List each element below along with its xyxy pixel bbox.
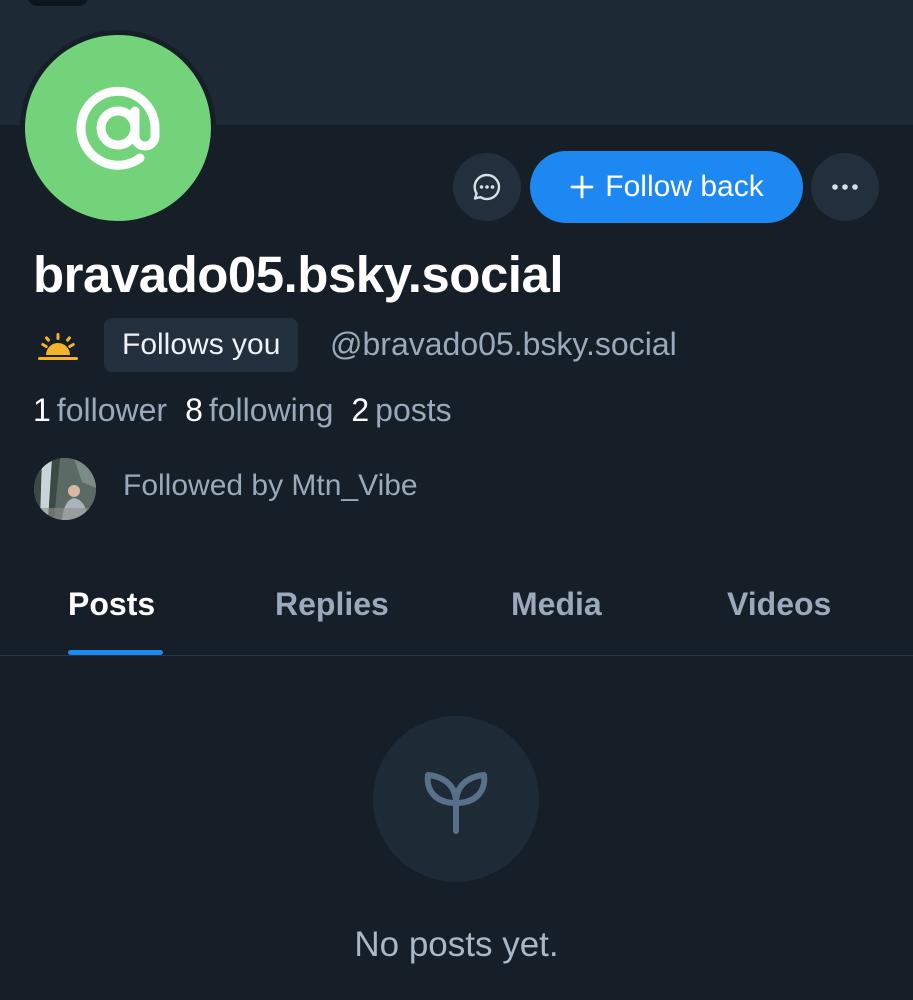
posts-count: 2: [351, 392, 370, 428]
follower-avatar[interactable]: [34, 458, 96, 520]
profile-avatar[interactable]: [20, 30, 216, 226]
profile-handle: @bravado05.bsky.social: [330, 326, 677, 362]
following-count: 8: [185, 392, 203, 428]
tab-media[interactable]: Media: [511, 586, 602, 623]
active-tab-indicator: [68, 650, 163, 655]
back-button[interactable]: [28, 0, 88, 6]
ellipsis-icon: [832, 184, 858, 190]
follow-back-label: Follow back: [605, 170, 764, 203]
follow-back-button[interactable]: Follow back: [530, 151, 803, 223]
posts-label: posts: [375, 392, 452, 428]
followed-by-text[interactable]: Followed by Mtn_Vibe: [123, 469, 418, 503]
tab-posts[interactable]: Posts: [68, 586, 155, 623]
followers-link[interactable]: 1 follower: [33, 392, 167, 429]
tab-videos[interactable]: Videos: [727, 586, 831, 623]
at-sign-icon: [25, 35, 211, 221]
tab-replies[interactable]: Replies: [275, 586, 389, 623]
posts-stat: 2 posts: [351, 392, 451, 429]
following-link[interactable]: 8 following: [185, 392, 333, 429]
followers-label: follower: [56, 392, 168, 428]
followers-count: 1: [33, 392, 51, 428]
following-label: following: [208, 392, 334, 428]
profile-page: Follow back bravado05.bsky.social Follow…: [0, 0, 913, 1000]
sprout-icon: [424, 772, 488, 834]
profile-tabs: Posts Replies Media Videos: [0, 560, 913, 656]
more-options-button[interactable]: [811, 153, 879, 221]
chat-bubble-icon: [473, 173, 501, 201]
profile-display-name: bravado05.bsky.social: [33, 246, 564, 303]
follows-you-badge: Follows you: [104, 318, 299, 372]
sunrise-icon: [38, 333, 78, 360]
plus-icon: [570, 175, 594, 199]
profile-stats: 1 follower 8 following 2 posts: [33, 392, 452, 429]
empty-state-message: No posts yet.: [354, 925, 559, 964]
empty-state-badge: [373, 716, 539, 882]
message-button[interactable]: [453, 153, 521, 221]
